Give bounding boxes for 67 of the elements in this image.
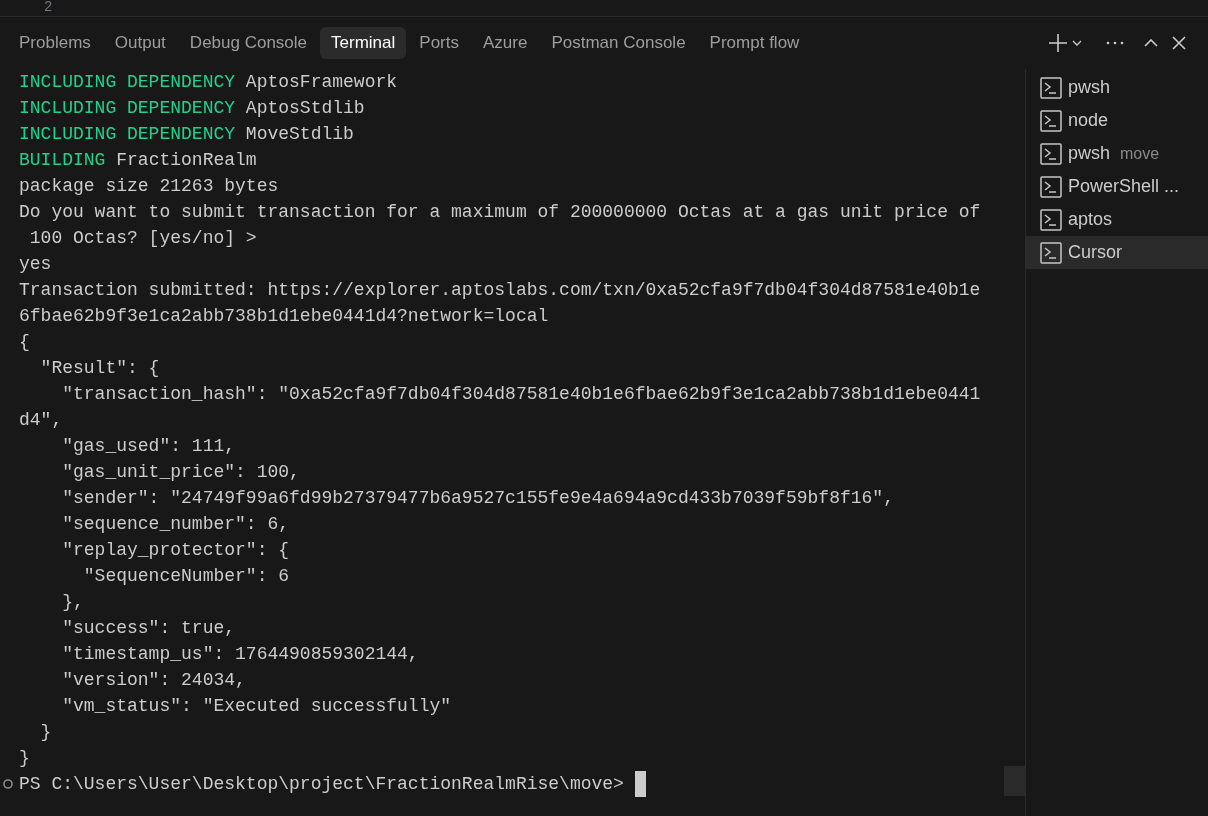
terminal-line: "sender": "24749f99a6fd99b27379477b6a9527c155fe9e4a694a9cd433b7039f59bf8f16",: [61, 488, 894, 508]
panel-tab[interactable]: Prompt flow: [698, 27, 811, 59]
session-name: pwsh: [1068, 143, 1111, 164]
chevron-down-icon[interactable]: [1072, 40, 1082, 46]
terminal-line: 100 Octas? [yes/no] >: [28, 228, 257, 248]
terminal-line: }: [19, 748, 30, 768]
terminal-line: 6fbae62b9f3e1ca2abb738b1d1ebe0441d4?network=local: [19, 306, 549, 326]
terminal-line: "gas_unit_price": 100,: [61, 462, 300, 482]
terminal-line: "gas_used": 111,: [61, 436, 236, 456]
prompt-text: PS C:\Users\User\Desktop\project\FractionRealmRise\move>: [19, 773, 624, 796]
terminal-line: Do you want to submit transaction for a maximum of 200000000 Octas at a gas unit price of: [19, 202, 981, 222]
terminal-icon: [1040, 175, 1062, 198]
panel-tab[interactable]: Postman Console: [540, 27, 697, 59]
terminal-line: "Result": {: [39, 358, 160, 378]
terminal-line: AptosStdlib: [244, 98, 365, 118]
terminal-icon: [1040, 76, 1062, 99]
terminal-icon: [1040, 109, 1062, 132]
session-name: aptos: [1068, 209, 1113, 230]
terminal-line: package size 21263 bytes: [19, 176, 279, 196]
terminal-line: "SequenceNumber": 6: [82, 566, 290, 586]
panel-tab[interactable]: Terminal: [320, 27, 407, 59]
circle-icon: [2, 778, 14, 790]
terminal-line: },: [61, 592, 84, 612]
session-detail: move: [1120, 144, 1160, 163]
terminal-keyword: INCLUDING DEPENDENCY: [19, 124, 236, 144]
session-name: Cursor: [1068, 242, 1122, 263]
plus-icon[interactable]: [1048, 33, 1068, 53]
terminal-icon: [1040, 208, 1062, 231]
terminal-line: "transaction_hash": "0xa52cfa9f7db04f304d87581e40b1e6fbae62b9f3e1ca2abb738b1d1ebe0441: [61, 384, 981, 404]
terminal-session[interactable]: pwsh move: [1026, 137, 1208, 170]
terminal-line: FractionRealm: [115, 150, 257, 170]
terminal-line: "sequence_number": 6,: [61, 514, 290, 534]
line-number: 2: [44, 0, 53, 15]
panel-tab[interactable]: Debug Console: [178, 27, 319, 59]
chevron-up-icon[interactable]: [1144, 39, 1158, 47]
terminal-icon: [1040, 241, 1062, 264]
terminal-line: "vm_status": "Executed successfully": [61, 696, 452, 716]
panel-tab[interactable]: Problems: [8, 27, 102, 59]
terminal-session[interactable]: Cursor: [1026, 236, 1208, 269]
session-name: pwsh: [1068, 77, 1111, 98]
terminal-session[interactable]: aptos: [1026, 203, 1208, 236]
terminal-line: yes: [19, 254, 52, 274]
terminal-line: }: [39, 722, 52, 742]
terminal-line: "success": true,: [61, 618, 236, 638]
terminal-session[interactable]: PowerShell ...: [1026, 170, 1208, 203]
text-cursor: [634, 771, 646, 797]
terminal-line: AptosFramework: [244, 72, 398, 92]
terminal-line: "version": 24034,: [61, 670, 246, 690]
terminal-line: "replay_protector": {: [61, 540, 290, 560]
terminal-keyword: BUILDING: [19, 150, 106, 170]
panel-tab[interactable]: Output: [103, 27, 177, 59]
terminal-icon: [1040, 142, 1062, 165]
terminal-line: {: [19, 332, 30, 352]
terminal-line: "timestamp_us": 1764490859302144,: [61, 644, 419, 664]
terminal-line: MoveStdlib: [244, 124, 354, 144]
panel-tab[interactable]: Ports: [408, 27, 470, 59]
panel-tab[interactable]: Azure: [472, 27, 539, 59]
terminal-session[interactable]: node: [1026, 104, 1208, 137]
terminal-keyword: INCLUDING DEPENDENCY: [19, 72, 236, 92]
more-icon[interactable]: [1106, 41, 1124, 45]
session-name: node: [1068, 110, 1109, 131]
close-icon[interactable]: [1172, 36, 1186, 50]
terminal-keyword: INCLUDING DEPENDENCY: [19, 98, 236, 118]
terminal-line: Transaction submitted: https://explorer.aptoslabs.com/txn/0xa52cfa9f7db04f304d87581e40b1e: [19, 280, 981, 300]
session-name: PowerShell ...: [1068, 176, 1180, 197]
terminal-line: d4",: [19, 410, 63, 430]
terminal-session[interactable]: pwsh: [1026, 71, 1208, 104]
